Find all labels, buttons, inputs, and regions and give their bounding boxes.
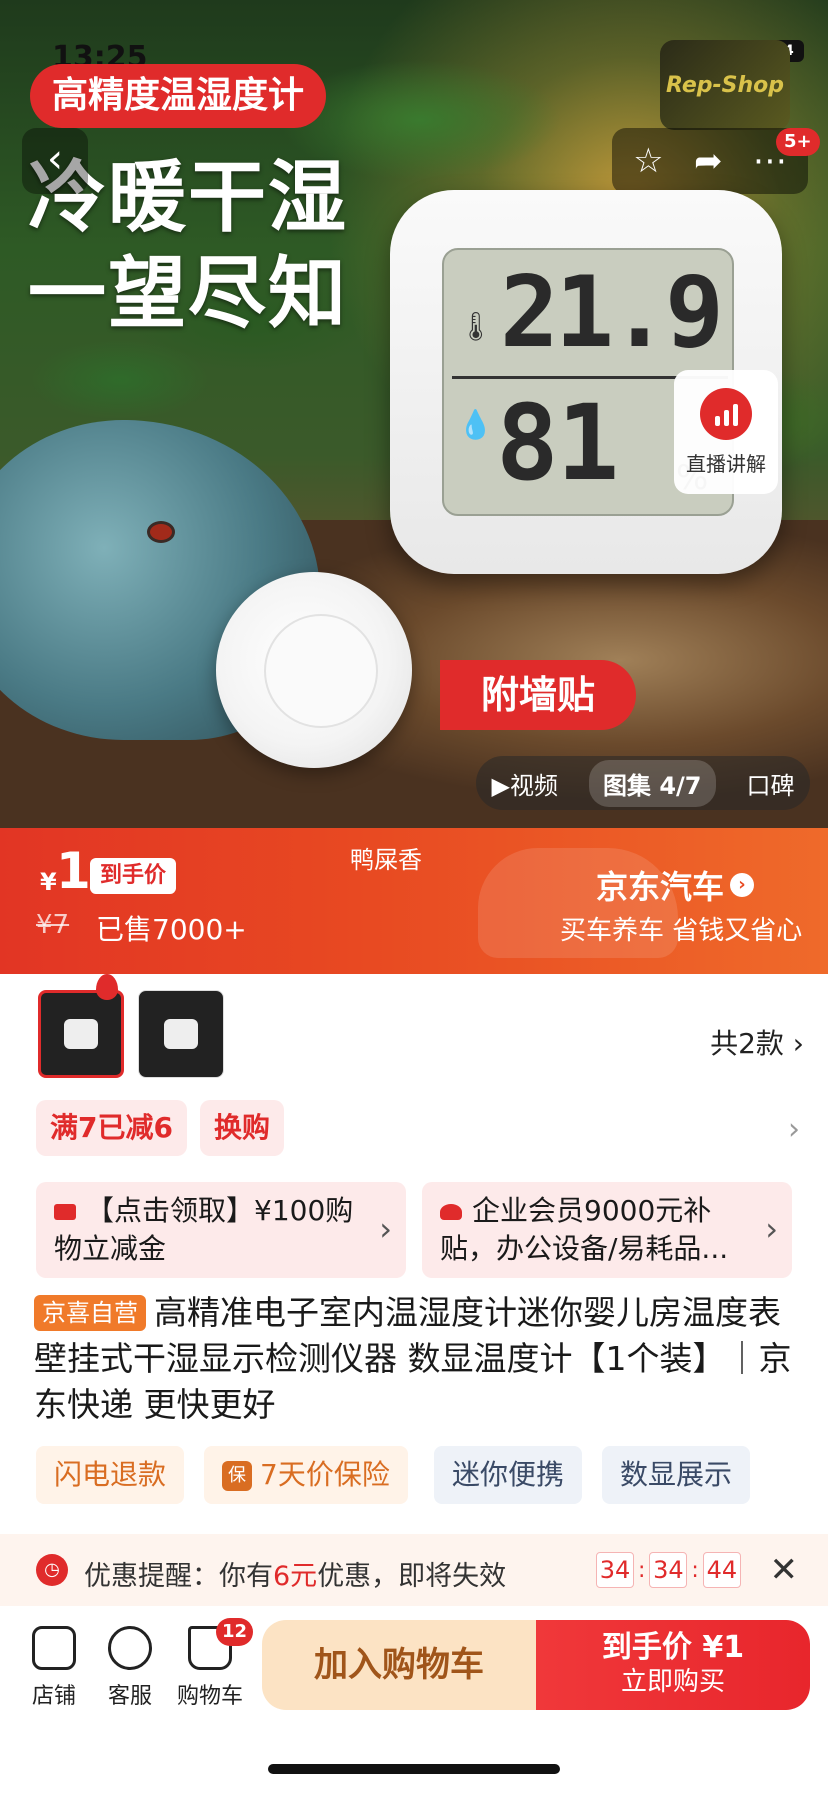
variant-count[interactable]: 共2款 › xyxy=(710,1022,804,1062)
member-icon xyxy=(440,1204,462,1220)
feature-digital-display[interactable]: 数显展示 xyxy=(602,1446,751,1504)
sold-count: 已售7000+ xyxy=(96,913,247,946)
brand-logo: Rep-Shop xyxy=(660,40,790,130)
service-icon xyxy=(108,1626,152,1670)
lizard-eye xyxy=(150,524,172,540)
variant-count-label: 共2款 xyxy=(710,1027,784,1060)
variant-thumb-image xyxy=(64,1019,98,1049)
coupon-text-1: 【点击领取】¥100购物立减金 xyxy=(54,1194,354,1265)
favorite-icon[interactable]: ☆ xyxy=(633,141,663,181)
reminder-amount: 6元 xyxy=(273,1561,318,1592)
timer-minutes: 34 xyxy=(649,1552,688,1588)
live-explain-button[interactable]: 直播讲解 xyxy=(674,370,778,494)
buy-now-price: 到手价 ¥1 xyxy=(601,1630,745,1665)
variant-selector: 共2款 › xyxy=(0,974,828,1084)
self-operated-tag: 京喜自营 xyxy=(34,1295,146,1331)
share-icon[interactable]: ➦ xyxy=(694,141,723,181)
wall-sticker-pad xyxy=(266,616,376,726)
coupon-card-1[interactable]: 【点击领取】¥100购物立减金 › xyxy=(36,1182,406,1278)
product-page: 13:25 34 高精度温湿度计 冷暖干湿 一望尽知 Rep-Shop ‹ ☆ … xyxy=(0,0,828,1793)
chevron-right-icon: › xyxy=(730,873,755,897)
chevron-right-icon: › xyxy=(765,1210,778,1248)
buy-now-button[interactable]: 到手价 ¥1 立即购买 xyxy=(536,1620,810,1710)
cart-count-badge: 12 xyxy=(216,1618,254,1646)
final-price-tag: 到手价 xyxy=(90,858,177,894)
feature-price-protect[interactable]: 保 7天价保险 xyxy=(204,1446,408,1504)
live-explain-label: 直播讲解 xyxy=(686,451,766,476)
price-currency: ¥ xyxy=(40,868,57,896)
chevron-right-icon: › xyxy=(788,1112,800,1147)
promo-discount: 满7已减6 xyxy=(36,1100,187,1156)
timer-hours: 34 xyxy=(596,1552,634,1588)
droplet-icon: 💧 xyxy=(458,408,493,441)
clock-icon: ◷ xyxy=(36,1554,68,1586)
tab-cart[interactable]: 购物车 12 xyxy=(170,1618,254,1710)
feature-portable[interactable]: 迷你便携 xyxy=(434,1446,583,1504)
coupon-card-2[interactable]: 企业会员9000元补贴，办公设备/易耗品... › xyxy=(422,1182,792,1278)
promo-row[interactable]: 满7已减6 换购 › xyxy=(0,1100,828,1158)
reminder-text: 优惠提醒：你有6元优惠，即将失效 xyxy=(84,1554,506,1593)
timer-seconds: 44 xyxy=(702,1552,741,1588)
shop-icon xyxy=(32,1626,76,1670)
variant-thumb-2[interactable] xyxy=(138,990,224,1078)
close-icon[interactable]: ✕ xyxy=(770,1550,799,1590)
buy-now-label: 立即购买 xyxy=(620,1667,725,1697)
lcd-temperature: 21.9 xyxy=(499,256,724,370)
live-bars-icon xyxy=(700,387,752,440)
wall-sticker-badge: 附墙贴 xyxy=(440,660,636,730)
jd-car-subtitle: 买车养车 省钱又省心 xyxy=(560,916,803,946)
discount-reminder[interactable]: ◷ 优惠提醒：你有6元优惠，即将失效 34: 34: 44 ✕ xyxy=(0,1534,828,1606)
center-note: 鸭屎香 xyxy=(350,846,422,874)
back-button[interactable]: ‹ xyxy=(22,128,88,194)
reminder-suffix: 优惠，即将失效 xyxy=(317,1561,507,1592)
promo-exchange: 换购 xyxy=(200,1100,285,1156)
coupon-icon xyxy=(54,1204,76,1220)
shield-icon: 保 xyxy=(222,1461,252,1491)
hot-flame-icon xyxy=(96,974,118,1000)
feature-price-protect-label: 7天价保险 xyxy=(260,1458,390,1491)
variant-thumb-1[interactable] xyxy=(38,990,124,1078)
tab-cart-label: 购物车 xyxy=(176,1684,243,1709)
hero-badge: 高精度温湿度计 xyxy=(30,64,327,128)
product-title-text: 高精准电子室内温湿度计迷你婴儿房温度表壁挂式干湿显示检测仪器 数显温度计【1个装… xyxy=(34,1293,792,1424)
tab-video[interactable]: ▶视频 xyxy=(492,766,558,801)
hero-heading-line2: 一望尽知 xyxy=(28,249,349,339)
media-switcher: ▶视频 图集 4/7 口碑 xyxy=(476,756,810,810)
notification-badge: 5+ xyxy=(776,128,820,156)
tab-shop-label: 店铺 xyxy=(31,1684,76,1709)
tab-reviews[interactable]: 口碑 xyxy=(747,766,795,801)
home-indicator xyxy=(268,1764,560,1774)
bottom-action-bar: 店铺 客服 购物车 12 加入购物车 到手价 ¥1 立即购买 xyxy=(0,1606,828,1793)
thermometer-icon: 🌡 xyxy=(458,310,494,343)
tab-service[interactable]: 客服 xyxy=(90,1626,170,1710)
reminder-prefix: 优惠提醒：你有 xyxy=(84,1561,273,1592)
jd-car-title: 京东汽车 xyxy=(596,868,725,906)
wall-sticker-image xyxy=(216,572,412,768)
lcd-humidity: 81 xyxy=(496,382,619,504)
countdown-timer: 34: 34: 44 xyxy=(596,1552,741,1588)
tab-gallery[interactable]: 图集 4/7 xyxy=(588,759,716,807)
variant-thumb-image xyxy=(164,1019,198,1049)
jd-car-ad[interactable]: 京东汽车 › xyxy=(596,862,755,908)
coupon-text-2: 企业会员9000元补贴，办公设备/易耗品... xyxy=(440,1194,729,1265)
product-gallery[interactable]: 13:25 34 高精度温湿度计 冷暖干湿 一望尽知 Rep-Shop ‹ ☆ … xyxy=(0,0,828,828)
original-price: ¥7 xyxy=(36,910,70,940)
tab-service-label: 客服 xyxy=(107,1684,152,1709)
tab-shop[interactable]: 店铺 xyxy=(14,1626,94,1710)
price-banner: ¥ 1 到手价 ¥7 已售7000+ 鸭屎香 京东汽车 › 买车养车 省钱又省心 xyxy=(0,828,828,974)
chevron-right-icon: › xyxy=(379,1210,392,1248)
feature-fast-refund[interactable]: 闪电退款 xyxy=(36,1446,185,1504)
price-value: 1 xyxy=(56,842,91,900)
add-to-cart-button[interactable]: 加入购物车 xyxy=(262,1620,536,1710)
product-title: 京喜自营 高精准电子室内温湿度计迷你婴儿房温度表壁挂式干湿显示检测仪器 数显温度计… xyxy=(34,1290,794,1428)
